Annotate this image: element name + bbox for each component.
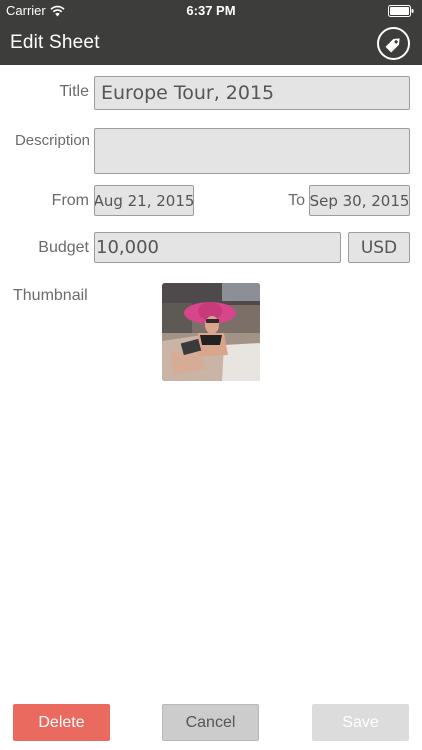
edit-sheet-screen: Carrier 6:37 PM Edit Sheet Title Europe … bbox=[0, 0, 422, 750]
to-date-field[interactable]: Sep 30, 2015 bbox=[309, 185, 410, 216]
title-label: Title bbox=[59, 83, 89, 100]
delete-button[interactable]: Delete bbox=[13, 704, 110, 741]
description-field[interactable] bbox=[94, 128, 410, 174]
tag-button[interactable] bbox=[377, 27, 410, 60]
thumbnail-label: Thumbnail bbox=[13, 287, 88, 304]
navigation-bar: Carrier 6:37 PM Edit Sheet bbox=[0, 0, 422, 65]
budget-label: Budget bbox=[38, 239, 89, 256]
page-title: Edit Sheet bbox=[10, 32, 100, 53]
currency-selector[interactable]: USD bbox=[348, 232, 410, 263]
to-label: To bbox=[288, 192, 305, 209]
from-label: From bbox=[51, 192, 89, 209]
title-field[interactable]: Europe Tour, 2015 bbox=[94, 76, 410, 110]
battery-icon bbox=[388, 5, 414, 17]
budget-field[interactable]: 10,000 bbox=[94, 232, 341, 263]
status-time: 6:37 PM bbox=[186, 3, 236, 18]
thumbnail-photo bbox=[162, 283, 260, 381]
status-bar: Carrier 6:37 PM bbox=[0, 0, 422, 22]
tag-icon bbox=[385, 37, 400, 52]
thumbnail-image[interactable] bbox=[162, 283, 260, 381]
description-label: Description bbox=[14, 132, 90, 149]
from-date-field[interactable]: Aug 21, 2015 bbox=[94, 185, 194, 216]
save-button[interactable]: Save bbox=[312, 704, 409, 741]
cancel-button[interactable]: Cancel bbox=[162, 704, 259, 741]
